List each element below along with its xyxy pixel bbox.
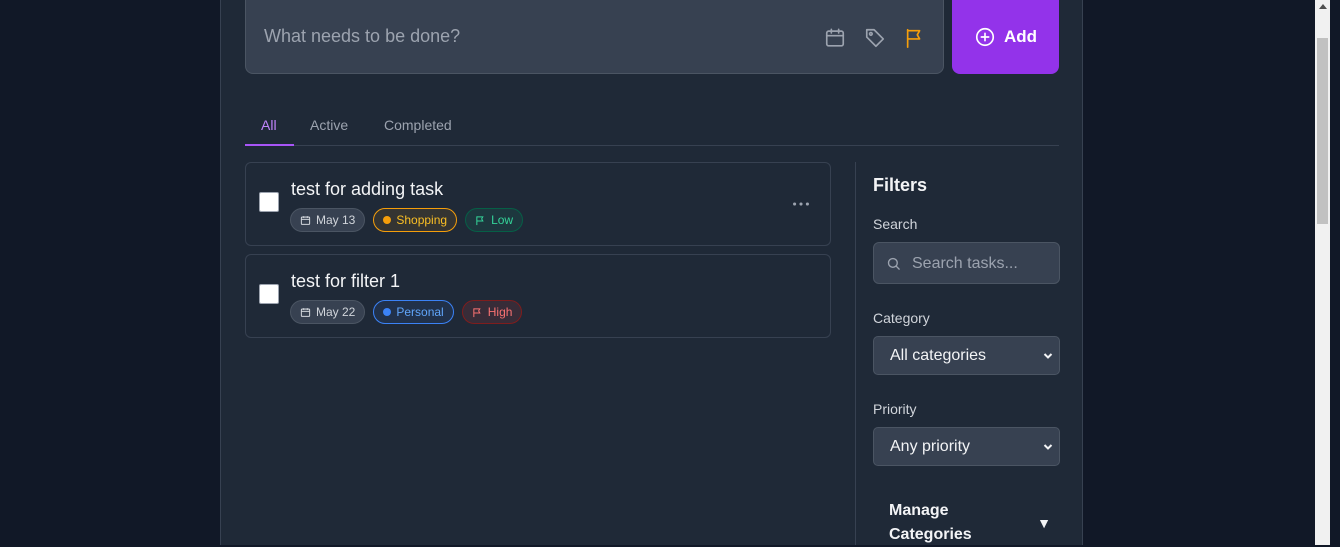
filters-sidebar: Filters Search Category All categories P…	[855, 162, 1066, 545]
due-date-text: May 13	[316, 213, 356, 227]
manage-categories-toggle[interactable]: Manage Categories ▼	[889, 499, 1051, 547]
search-input[interactable]	[910, 243, 1059, 285]
plus-circle-icon	[975, 27, 995, 47]
scrollbar-thumb[interactable]	[1317, 38, 1328, 224]
add-button-label: Add	[1003, 27, 1038, 46]
chevron-down-icon	[1043, 353, 1053, 359]
todo-panel: Add All Active Completed test for adding…	[220, 0, 1083, 545]
category-text: Personal	[396, 305, 444, 319]
flag-icon	[473, 307, 481, 317]
search-icon	[887, 257, 900, 270]
task-title: test for adding task	[291, 179, 444, 199]
task-meta: May 13 Shopping Low	[290, 208, 524, 232]
tab-all[interactable]: All	[245, 108, 294, 146]
task-item[interactable]: test for adding task May 13 Shopping Low	[245, 162, 831, 246]
flag-icon	[476, 215, 484, 225]
window-edge	[1330, 0, 1340, 545]
category-dot	[383, 308, 392, 316]
task-meta: May 22 Personal High	[290, 300, 523, 324]
category-dot	[383, 216, 392, 224]
task-checkbox[interactable]	[259, 284, 279, 304]
chevron-down-icon	[1043, 444, 1053, 450]
triangle-down-icon: ▼	[1037, 515, 1051, 531]
more-options-icon[interactable]	[790, 193, 812, 215]
tab-completed[interactable]: Completed	[384, 108, 452, 145]
due-date-text: May 22	[316, 305, 356, 319]
flag-icon[interactable]	[904, 27, 926, 49]
filters-title: Filters	[873, 175, 928, 195]
category-select[interactable]: All categories	[873, 336, 1060, 375]
due-date-badge: May 13	[290, 208, 366, 232]
scroll-up-arrow-icon[interactable]	[1319, 4, 1327, 9]
task-checkbox[interactable]	[259, 192, 279, 212]
priority-select[interactable]: Any priority	[873, 427, 1060, 466]
calendar-icon	[300, 307, 311, 317]
priority-text: Low	[491, 213, 514, 227]
add-task-button[interactable]: Add	[952, 0, 1059, 74]
manage-categories-label: Manage Categories	[889, 502, 972, 543]
priority-select-value: Any priority	[890, 437, 971, 455]
filter-tabs: All Active Completed	[245, 108, 1059, 146]
search-box	[873, 242, 1060, 285]
priority-badge: High	[461, 300, 523, 324]
category-badge: Personal	[373, 300, 454, 324]
task-title: test for filter 1	[291, 271, 401, 291]
category-label: Category	[873, 310, 930, 326]
category-select-value: All categories	[890, 346, 987, 364]
calendar-icon	[300, 215, 311, 225]
category-badge: Shopping	[373, 208, 458, 232]
new-task-box	[245, 0, 944, 74]
tab-active[interactable]: Active	[310, 108, 348, 145]
search-label: Search	[873, 216, 918, 232]
priority-label: Priority	[873, 401, 917, 417]
calendar-icon[interactable]	[824, 27, 846, 49]
new-task-input[interactable]	[262, 0, 802, 73]
priority-badge: Low	[465, 208, 524, 232]
page-scrollbar[interactable]	[1315, 0, 1330, 545]
priority-text: High	[487, 305, 513, 319]
category-text: Shopping	[396, 213, 448, 227]
tag-icon[interactable]	[864, 27, 886, 49]
task-item[interactable]: test for filter 1 May 22 Personal High	[245, 254, 831, 338]
due-date-badge: May 22	[290, 300, 366, 324]
